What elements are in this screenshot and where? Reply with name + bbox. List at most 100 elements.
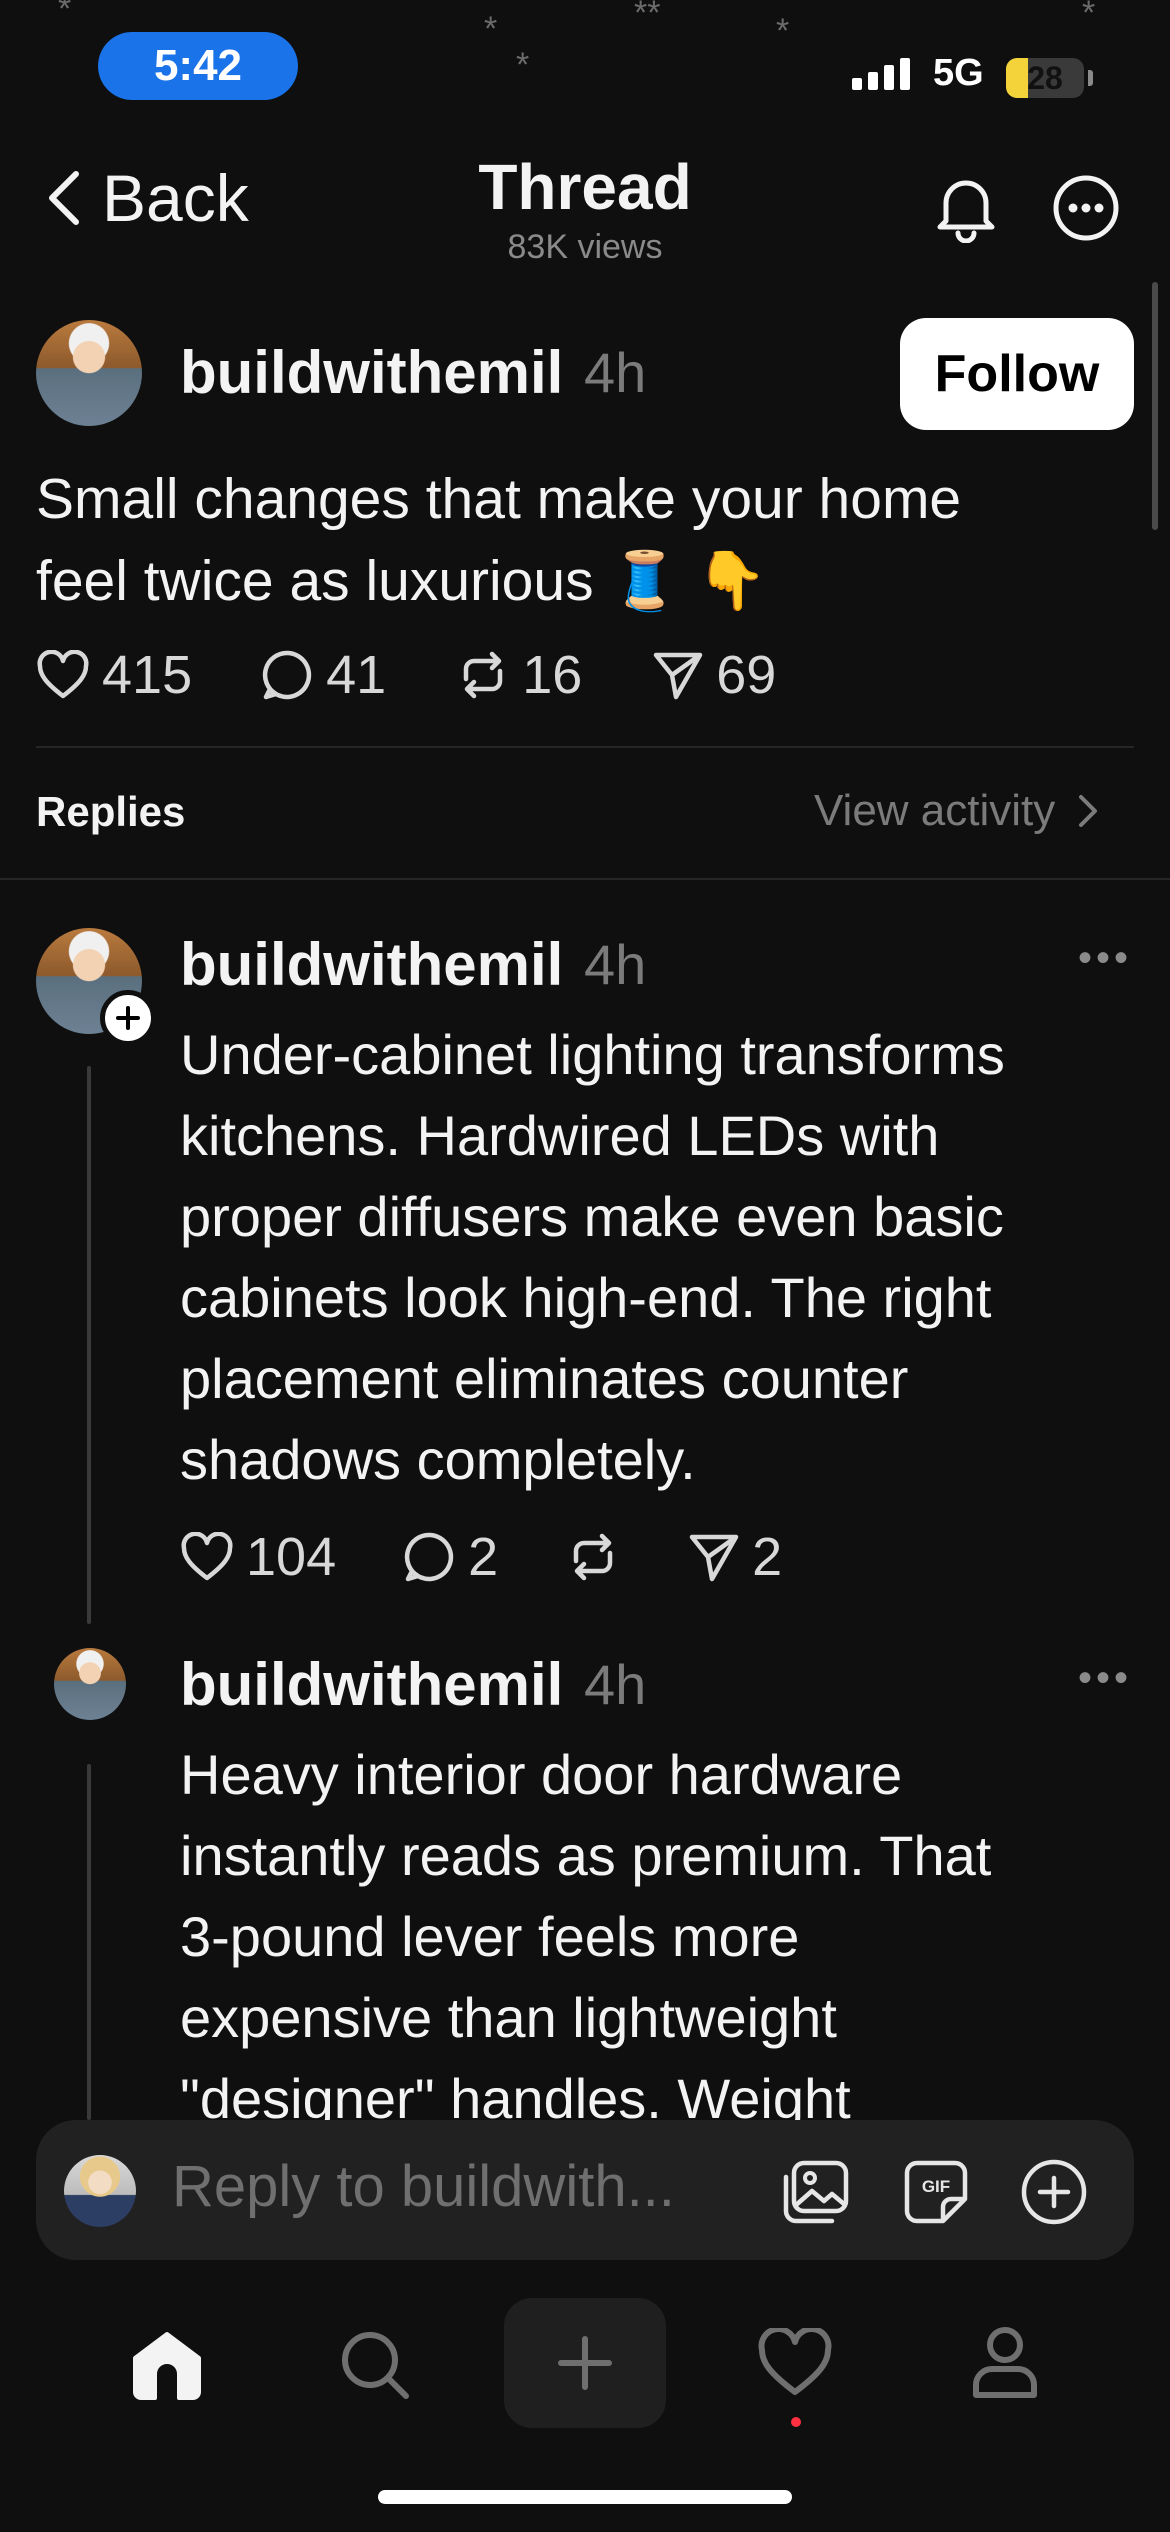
comment-count: 41 [326, 645, 387, 705]
reply-text: Under-cabinet lighting transforms kitche… [180, 1014, 1005, 1500]
search-icon [342, 2332, 409, 2399]
snowflake-decoration: * [484, 10, 498, 48]
reply-text-line: expensive than lightweight [180, 1986, 837, 2049]
reply-more-icon[interactable]: ••• [1078, 1656, 1132, 1701]
reply-text-line: 3-pound lever feels more [180, 1905, 800, 1968]
view-activity-link[interactable]: View activity [814, 786, 1099, 836]
tab-create[interactable] [504, 2298, 666, 2428]
comment-icon [404, 1532, 454, 1582]
reply-text-line: Under-cabinet lighting transforms [180, 1023, 1005, 1086]
like-button[interactable]: 104 [180, 1526, 336, 1588]
reply-text-line: Heavy interior door hardware [180, 1743, 903, 1806]
follow-plus-button[interactable] [100, 990, 156, 1046]
reply-text-line: instantly reads as premium. That [180, 1824, 992, 1887]
comment-button[interactable]: 2 [404, 1526, 498, 1588]
reply-username[interactable]: buildwithemil [180, 930, 563, 999]
reply-text-line: shadows completely. [180, 1428, 696, 1491]
replies-heading: Replies [36, 788, 186, 835]
status-time: 5:42 [98, 32, 298, 100]
repost-icon [573, 1533, 613, 1581]
like-button[interactable]: 415 [36, 644, 192, 706]
home-indicator[interactable] [378, 2490, 792, 2504]
cellular-signal-icon [852, 58, 910, 90]
gif-icon: GIF [904, 2160, 968, 2224]
tab-activity[interactable] [752, 2320, 838, 2406]
battery-cap [1088, 70, 1093, 86]
snowflake-decoration: * [516, 46, 530, 84]
photo-button[interactable] [780, 2156, 852, 2228]
heart-icon [37, 650, 89, 699]
send-icon [689, 1534, 739, 1582]
profile-icon [973, 2327, 1037, 2398]
like-count: 104 [246, 1527, 337, 1587]
snowflake-decoration: * [776, 12, 790, 50]
reply-time: 4h [584, 1653, 647, 1716]
snowflake-decoration: * [58, 0, 72, 28]
tab-search[interactable] [332, 2322, 418, 2408]
plus-circle-icon [1021, 2159, 1087, 2225]
post-text: Small changes that make your home feel t… [36, 458, 961, 622]
add-button[interactable] [1018, 2156, 1090, 2228]
gif-label: GIF [922, 2177, 950, 2196]
chevron-right-icon [1079, 795, 1098, 827]
reply-more-icon[interactable]: ••• [1078, 936, 1132, 981]
reply-text: Heavy interior door hardware instantly r… [180, 1734, 991, 2120]
network-type: 5G [933, 52, 984, 94]
thread-line [87, 1066, 91, 1624]
thread-line [87, 1764, 91, 2120]
more-options-button[interactable] [1048, 170, 1124, 246]
repost-button[interactable] [566, 1531, 620, 1583]
divider [0, 878, 1170, 880]
repost-button[interactable]: 16 [456, 644, 582, 706]
avatar[interactable] [36, 320, 142, 426]
reply-text-line: cabinets look high-end. The right [180, 1266, 992, 1329]
gif-button[interactable]: GIF [900, 2156, 972, 2228]
reply-input[interactable]: Reply to buildwith... [172, 2153, 675, 2220]
share-button[interactable]: 69 [652, 644, 776, 706]
reply-text-line: proper diffusers make even basic [180, 1185, 1004, 1248]
image-icon [783, 2160, 849, 2224]
notifications-button[interactable] [928, 170, 1004, 246]
battery-percent: 28 [1027, 59, 1063, 96]
reply-actions: 104 2 2 [180, 1526, 782, 1588]
post-username[interactable]: buildwithemil [180, 338, 563, 407]
comment-count: 2 [468, 1527, 499, 1587]
more-circle-icon [1053, 175, 1119, 241]
share-button[interactable]: 2 [688, 1526, 782, 1588]
home-icon [133, 2332, 201, 2400]
repost-count: 16 [522, 645, 583, 705]
plus-icon [116, 1006, 140, 1030]
send-icon [654, 652, 703, 700]
reply-time: 4h [584, 933, 647, 996]
post-actions: 415 41 16 69 [36, 644, 776, 706]
like-count: 415 [102, 645, 193, 705]
post-text-line: feel twice as luxurious 🧵 👇 [36, 549, 768, 613]
tab-home[interactable] [124, 2322, 210, 2408]
post-time: 4h [584, 341, 647, 404]
comment-button[interactable]: 41 [262, 644, 386, 706]
activity-notification-dot [791, 2417, 801, 2427]
reply-text-line: "designer" handles. Weight [180, 2067, 851, 2120]
scrollbar[interactable] [1152, 282, 1158, 530]
heart-icon [181, 1532, 233, 1581]
share-count: 69 [716, 645, 777, 705]
post-text-line: Small changes that make your home [36, 467, 962, 531]
snowflake-decoration: * [1082, 0, 1096, 32]
reply-username[interactable]: buildwithemil [180, 1650, 563, 1719]
bell-icon [937, 180, 995, 243]
reply-text-line: placement eliminates counter [180, 1347, 909, 1410]
heart-icon [758, 2328, 832, 2395]
follow-button[interactable]: Follow [900, 318, 1134, 430]
plus-icon [558, 2336, 612, 2390]
repost-icon [463, 651, 503, 699]
battery-icon: 28 [1006, 58, 1084, 98]
my-avatar [64, 2155, 136, 2227]
tab-profile[interactable] [962, 2320, 1048, 2406]
snowflake-decoration: ** [634, 0, 661, 32]
divider [36, 746, 1134, 748]
view-activity-label: View activity [814, 786, 1056, 835]
share-count: 2 [752, 1527, 783, 1587]
reply-avatar[interactable] [54, 1648, 126, 1720]
comment-icon [262, 650, 312, 700]
reply-text-line: kitchens. Hardwired LEDs with [180, 1104, 940, 1167]
